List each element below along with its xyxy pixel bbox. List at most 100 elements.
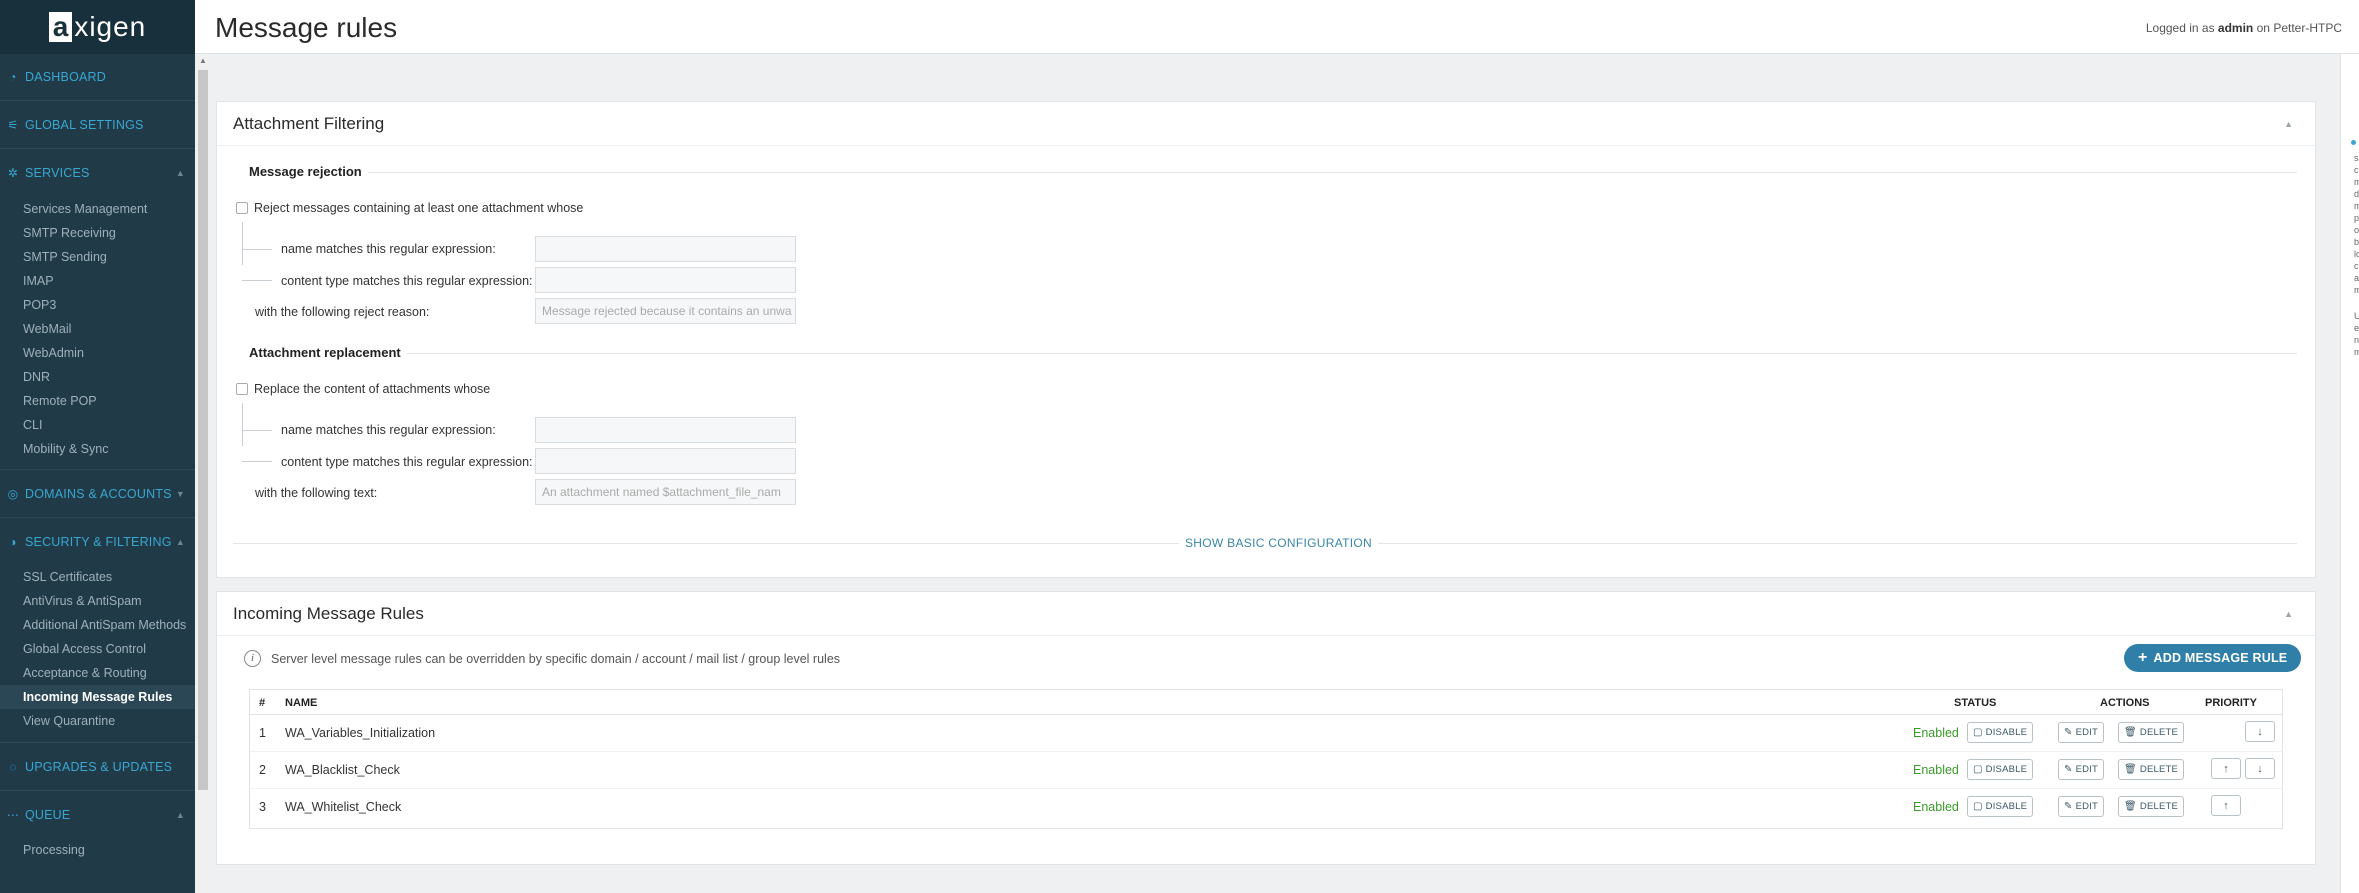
attachment-filtering-header[interactable]: Attachment Filtering ▲	[217, 102, 2315, 146]
sidebar-item-additional-antispam-methods[interactable]: Additional AntiSpam Methods	[0, 613, 195, 637]
domains-icon: ◎	[7, 487, 19, 501]
sidebar-item-global-access-control[interactable]: Global Access Control	[0, 637, 195, 661]
edit-label: EDIT	[2075, 727, 2099, 738]
delete-label: DELETE	[2139, 801, 2179, 812]
reject-reason-label: with the following reject reason:	[255, 305, 430, 319]
rule-status: Enabled	[1913, 726, 1959, 740]
nav-domains-label: DOMAINS & ACCOUNTS	[25, 487, 172, 501]
replace-name-label: name matches this regular expression:	[281, 423, 496, 437]
nav-security-label: SECURITY & FILTERING	[25, 535, 172, 549]
edit-button[interactable]: ✎ EDIT	[2058, 796, 2105, 817]
help-text-fragment: m	[2354, 201, 2359, 211]
rule-name[interactable]: WA_Variables_Initialization	[285, 726, 435, 740]
sidebar-item-pop3[interactable]: POP3	[0, 293, 195, 317]
show-basic-configuration-link[interactable]: SHOW BASIC CONFIGURATION	[1179, 536, 1378, 550]
disable-button[interactable]: ▢ DISABLE	[1967, 759, 2034, 780]
edit-button[interactable]: ✎ EDIT	[2058, 722, 2105, 743]
sidebar-item-webadmin[interactable]: WebAdmin	[0, 341, 195, 365]
sidebar-item-services-management[interactable]: Services Management	[0, 197, 195, 221]
replace-content-input[interactable]	[535, 448, 796, 474]
reject-checkbox[interactable]	[236, 202, 248, 214]
sidebar-item-antivirus-antispam[interactable]: AntiVirus & AntiSpam	[0, 589, 195, 613]
nav-queue-label: QUEUE	[25, 808, 71, 822]
reject-checkbox-label: Reject messages containing at least one …	[254, 201, 584, 215]
edit-button[interactable]: ✎ EDIT	[2058, 759, 2105, 780]
rules-table: # NAME STATUS ACTIONS PRIORITY 1 WA_Varia…	[249, 689, 2283, 829]
sidebar-item-processing[interactable]: Processing	[0, 838, 195, 862]
axigen-logo[interactable]: a xigen	[0, 0, 195, 54]
sidebar-item-acceptance-routing[interactable]: Acceptance & Routing	[0, 661, 195, 685]
replace-text-label: with the following text:	[255, 486, 378, 500]
replace-name-input[interactable]	[535, 417, 796, 443]
message-rejection-heading: Message rejection	[249, 164, 368, 179]
nav-services[interactable]: ✲ SERVICES ▲	[0, 161, 195, 185]
scroll-up-icon[interactable]: ▲	[197, 56, 209, 65]
help-text-fragment: m	[2354, 347, 2359, 357]
replace-checkbox-row[interactable]: Replace the content of attachments whose	[236, 382, 490, 396]
help-panel-edge: s c m d m p o b lo c a m Ue n m	[2340, 54, 2359, 893]
sidebar-item-imap[interactable]: IMAP	[0, 269, 195, 293]
logo-mark: a	[48, 12, 73, 42]
reject-content-input[interactable]	[535, 267, 796, 293]
disable-button[interactable]: ▢ DISABLE	[1967, 722, 2034, 743]
sidebar-item-smtp-receiving[interactable]: SMTP Receiving	[0, 221, 195, 245]
content-scrollbar[interactable]: ▲	[197, 56, 209, 893]
nav-global-settings[interactable]: ⚟ GLOBAL SETTINGS	[0, 113, 195, 137]
sidebar-item-dnr[interactable]: DNR	[0, 365, 195, 389]
sidebar: a xigen ◔ DASHBOARD ⚟ GLOBAL SETTINGS ✲ S…	[0, 0, 195, 893]
sidebar-item-ssl-certificates[interactable]: SSL Certificates	[0, 565, 195, 589]
rule-name[interactable]: WA_Whitelist_Check	[285, 800, 401, 814]
col-priority: PRIORITY	[2205, 697, 2257, 709]
scroll-thumb[interactable]	[198, 70, 208, 790]
sidebar-item-remote-pop[interactable]: Remote POP	[0, 389, 195, 413]
collapse-icon[interactable]: ▲	[2284, 609, 2293, 619]
replace-checkbox[interactable]	[236, 383, 248, 395]
col-name[interactable]: NAME	[285, 697, 317, 709]
edit-label: EDIT	[2075, 801, 2099, 812]
incoming-rules-title: Incoming Message Rules	[233, 603, 424, 623]
reject-checkbox-row[interactable]: Reject messages containing at least one …	[236, 201, 583, 215]
add-message-rule-button[interactable]: + ADD MESSAGE RULE	[2124, 644, 2302, 672]
sidebar-item-incoming-message-rules[interactable]: Incoming Message Rules	[0, 685, 195, 709]
attachment-filtering-title: Attachment Filtering	[233, 113, 385, 133]
collapse-icon[interactable]: ▲	[2284, 119, 2293, 129]
delete-button[interactable]: 🗑 DELETE	[2118, 759, 2185, 780]
move-up-button[interactable]: ↑	[2211, 795, 2241, 816]
help-text-fragment: c	[2354, 261, 2359, 271]
move-down-button[interactable]: ↓	[2245, 721, 2275, 742]
incoming-rules-header[interactable]: Incoming Message Rules ▲	[217, 592, 2315, 636]
move-down-button[interactable]: ↓	[2245, 758, 2275, 779]
login-info: Logged in as admin on Petter-HTPC	[2146, 21, 2342, 35]
nav-queue[interactable]: ⋯ QUEUE ▲	[0, 803, 195, 827]
page-title: Message rules	[215, 12, 398, 43]
username[interactable]: admin	[2218, 21, 2253, 35]
move-up-button[interactable]: ↑	[2211, 758, 2241, 779]
reject-reason-input[interactable]: Message rejected because it contains an …	[535, 298, 796, 324]
delete-label: DELETE	[2139, 727, 2179, 738]
nav-upgrades-label: UPGRADES & UPDATES	[25, 760, 173, 774]
disable-button[interactable]: ▢ DISABLE	[1967, 796, 2034, 817]
sidebar-item-webmail[interactable]: WebMail	[0, 317, 195, 341]
replace-text-input[interactable]: An attachment named $attachment_file_nam	[535, 479, 796, 505]
sidebar-item-smtp-sending[interactable]: SMTP Sending	[0, 245, 195, 269]
nav-security-filtering[interactable]: ◑ SECURITY & FILTERING ▲	[0, 530, 195, 554]
rule-name[interactable]: WA_Blacklist_Check	[285, 763, 400, 777]
pencil-icon: ✎	[2064, 727, 2073, 738]
rule-number: 2	[259, 763, 266, 777]
arrow-up-icon: ↑	[2223, 799, 2229, 812]
nav-dashboard[interactable]: ◔ DASHBOARD	[0, 65, 195, 89]
sliders-icon: ⚟	[7, 118, 19, 132]
delete-button[interactable]: 🗑 DELETE	[2118, 796, 2185, 817]
reject-name-input[interactable]	[535, 236, 796, 262]
sidebar-item-cli[interactable]: CLI	[0, 413, 195, 437]
nav-upgrades[interactable]: ◌ UPGRADES & UPDATES	[0, 755, 195, 779]
delete-button[interactable]: 🗑 DELETE	[2118, 722, 2185, 743]
help-text-fragment: e	[2354, 323, 2359, 333]
info-text: Server level message rules can be overri…	[271, 652, 841, 666]
nav-domains-accounts[interactable]: ◎ DOMAINS & ACCOUNTS ▼	[0, 482, 195, 506]
table-row: 1 WA_Variables_Initialization Enabled ▢ DISA…	[250, 715, 2282, 752]
sidebar-item-view-quarantine[interactable]: View Quarantine	[0, 709, 195, 733]
help-text-fragment: m	[2354, 285, 2359, 295]
nav-dashboard-label: DASHBOARD	[25, 70, 106, 84]
sidebar-item-mobility-sync[interactable]: Mobility & Sync	[0, 437, 195, 461]
